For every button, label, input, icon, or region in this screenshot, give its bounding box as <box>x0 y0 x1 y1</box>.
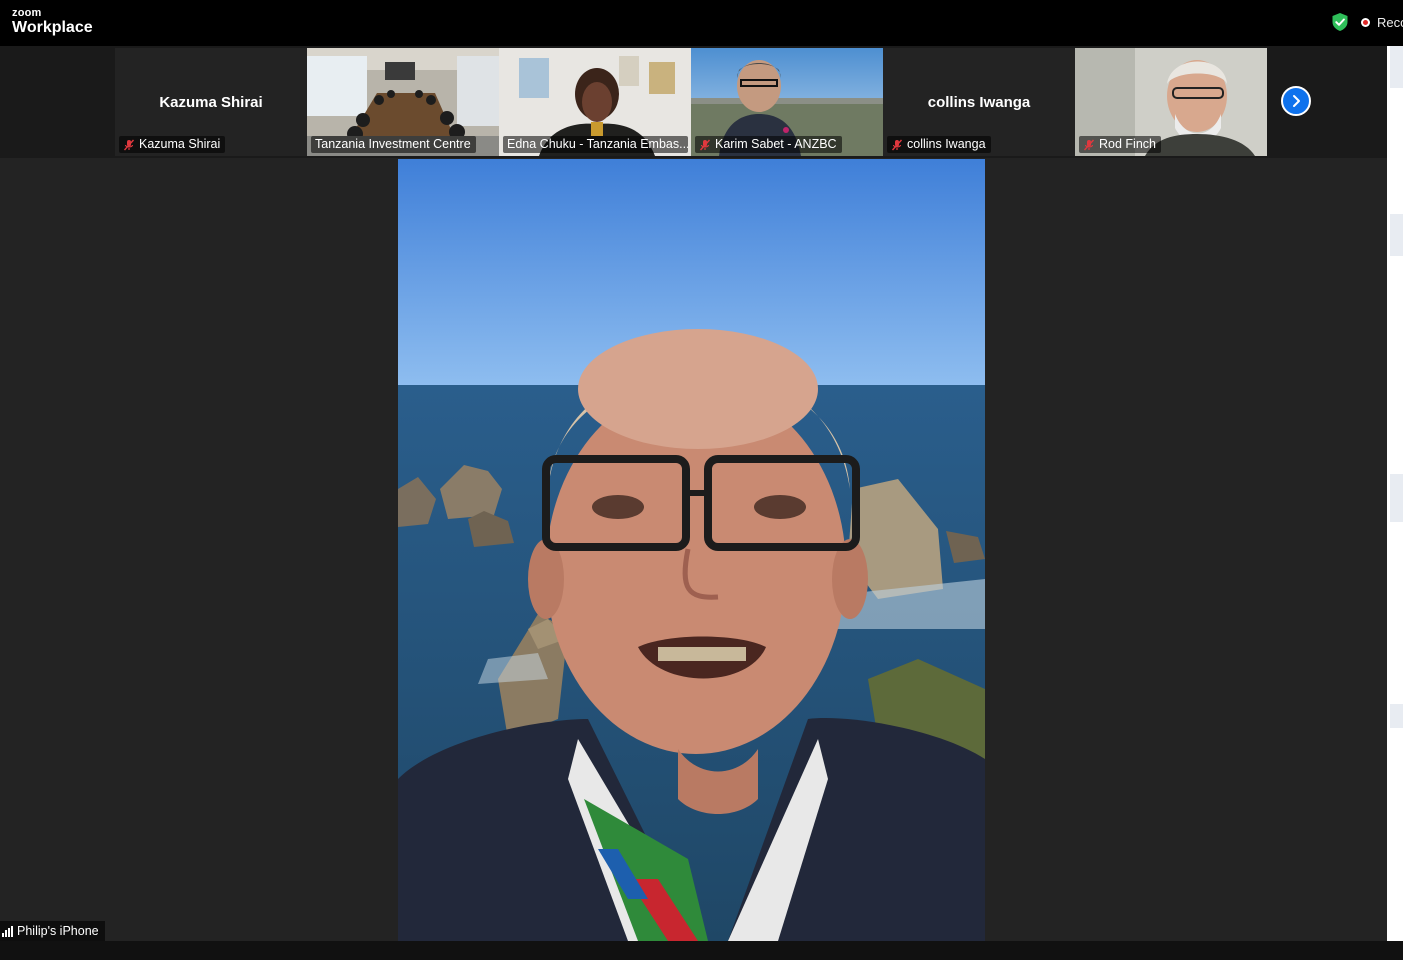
participant-label-text: Kazuma Shirai <box>139 137 221 151</box>
participant-filmstrip: Kazuma Shirai Kazuma Shirai Tanzania Inv… <box>0 46 1387 158</box>
side-panel-section <box>1390 214 1403 256</box>
participant-name-label: collins Iwanga <box>887 136 991 153</box>
speaker-name-label: Philip's iPhone <box>0 921 105 941</box>
speaker-name-text: Philip's iPhone <box>17 924 99 938</box>
brand-large: Workplace <box>12 19 93 36</box>
signal-bars-icon <box>2 925 13 937</box>
participant-name-label: Tanzania Investment Centre <box>311 136 476 153</box>
side-panel-section <box>1390 704 1403 728</box>
muted-mic-icon <box>891 139 903 150</box>
next-page-button[interactable] <box>1281 86 1311 116</box>
app-logo: zoom Workplace <box>12 8 93 36</box>
recording-icon <box>1361 18 1370 27</box>
participant-name-label: Edna Chuku - Tanzania Embas... <box>503 136 688 153</box>
participant-name-label: Kazuma Shirai <box>119 136 226 153</box>
participant-display-name: collins Iwanga <box>927 94 1031 111</box>
participant-tile[interactable]: Edna Chuku - Tanzania Embas... <box>499 48 691 156</box>
participant-label-text: Rod Finch <box>1099 137 1156 151</box>
participant-tile[interactable]: Kazuma Shirai Kazuma Shirai <box>115 48 307 156</box>
bottom-bar <box>0 941 1403 960</box>
active-speaker-stage: Philip's iPhone <box>0 158 1387 941</box>
speaker-video-frame <box>398 159 985 941</box>
participant-tile[interactable]: Karim Sabet - ANZBC <box>691 48 883 156</box>
participant-name-label: Karim Sabet - ANZBC <box>695 136 842 153</box>
participant-tile[interactable]: Rod Finch <box>1075 48 1267 156</box>
muted-mic-icon <box>699 139 711 150</box>
participant-tile[interactable]: collins Iwanga collins Iwanga <box>883 48 1075 156</box>
shield-check-icon[interactable] <box>1330 12 1350 32</box>
side-panel-section <box>1390 46 1403 88</box>
brand-small: zoom <box>12 7 42 19</box>
muted-mic-icon <box>1083 139 1095 150</box>
side-panel-section <box>1390 474 1403 522</box>
title-bar: zoom Workplace Reco <box>0 0 1403 46</box>
chevron-right-icon <box>1293 95 1300 107</box>
participant-name-label: Rod Finch <box>1079 136 1161 153</box>
participant-label-text: Tanzania Investment Centre <box>315 137 471 151</box>
participant-display-name: Kazuma Shirai <box>159 94 263 111</box>
active-speaker-video[interactable] <box>398 159 985 941</box>
muted-mic-icon <box>123 139 135 150</box>
participant-label-text: collins Iwanga <box>907 137 986 151</box>
participant-label-text: Edna Chuku - Tanzania Embas... <box>507 137 688 151</box>
recording-status[interactable]: Reco <box>1377 15 1403 30</box>
participant-label-text: Karim Sabet - ANZBC <box>715 137 837 151</box>
side-panel-edge[interactable] <box>1387 46 1403 941</box>
participant-tile[interactable]: Tanzania Investment Centre <box>307 48 499 156</box>
